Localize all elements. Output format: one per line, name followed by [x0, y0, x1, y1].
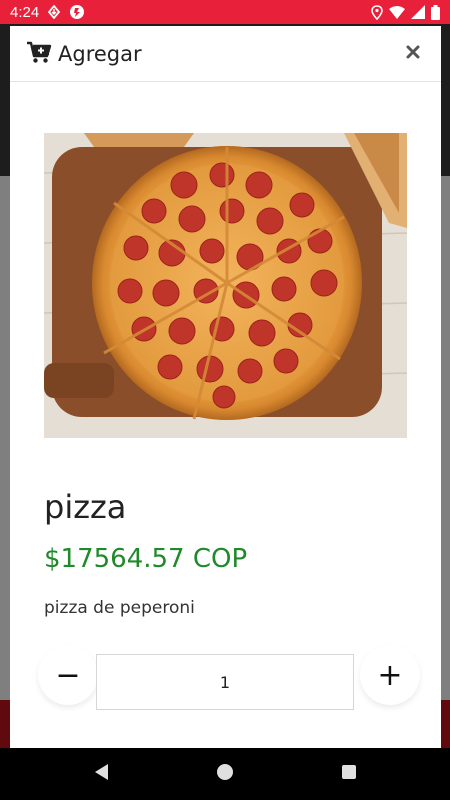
- modal-title: Agregar: [58, 41, 142, 66]
- battery-icon: [431, 4, 440, 20]
- wifi-icon: [389, 5, 405, 19]
- close-button[interactable]: [401, 42, 425, 66]
- quantity-stepper: − +: [34, 645, 420, 710]
- product-image: [44, 133, 407, 438]
- notification-app-icon: [69, 4, 85, 20]
- increase-quantity-button[interactable]: +: [360, 645, 420, 705]
- system-navigation-bar: [0, 748, 450, 800]
- plus-icon: +: [377, 657, 403, 693]
- download-icon: [47, 5, 61, 19]
- cart-plus-icon: [26, 40, 52, 68]
- modal-title-group: Agregar: [26, 40, 142, 68]
- quantity-input[interactable]: [96, 654, 354, 710]
- status-time: 4:24: [10, 3, 40, 21]
- home-icon: [216, 763, 234, 785]
- product-name: pizza: [44, 488, 127, 526]
- recents-button[interactable]: [337, 762, 361, 786]
- product-price: $17564.57 COP: [44, 544, 248, 574]
- modal-header: Agregar: [10, 26, 441, 82]
- home-button[interactable]: [213, 762, 237, 786]
- add-to-cart-modal: Agregar pizza $17564.57 COP pizza de pep…: [10, 26, 441, 748]
- status-bar: 4:24: [0, 0, 450, 24]
- decrease-quantity-button[interactable]: −: [38, 645, 98, 705]
- signal-icon: [411, 5, 425, 19]
- minus-icon: −: [55, 657, 81, 693]
- product-description: pizza de peperoni: [44, 598, 195, 618]
- back-icon: [93, 763, 109, 785]
- close-icon: [406, 44, 420, 63]
- location-icon: [371, 4, 383, 20]
- recents-icon: [341, 764, 357, 784]
- back-button[interactable]: [89, 762, 113, 786]
